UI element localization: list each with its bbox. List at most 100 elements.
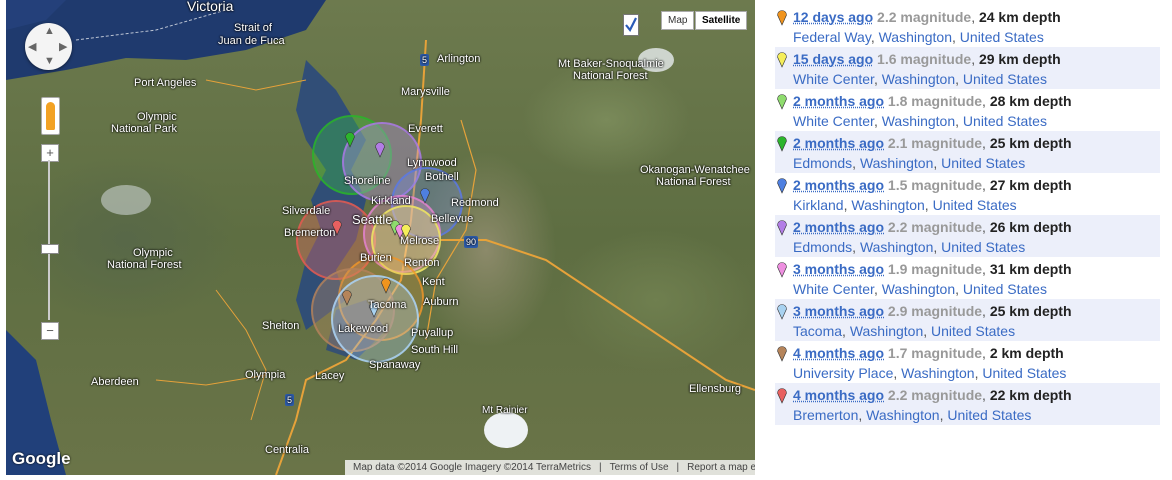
label-lynnwood: Lynnwood <box>407 157 457 169</box>
label-lakewood: Lakewood <box>338 323 389 335</box>
zoom-slider-handle[interactable] <box>41 244 59 254</box>
quake-time-link[interactable]: 2 months ago <box>793 219 884 235</box>
quake-time-link[interactable]: 2 months ago <box>793 93 884 109</box>
marker-pin-icon <box>777 262 787 278</box>
label-okanogan-2: National Forest <box>656 176 731 188</box>
google-logo[interactable]: Google <box>12 449 71 469</box>
label-victoria: Victoria <box>187 0 234 14</box>
pan-down-icon[interactable]: ▼ <box>44 55 55 67</box>
label-strait: Strait of <box>234 22 272 34</box>
city-link[interactable]: Kirkland <box>793 197 844 213</box>
label-burien: Burien <box>360 252 392 264</box>
country-link[interactable]: United States <box>960 29 1044 45</box>
label-marysville: Marysville <box>401 86 450 98</box>
quake-location: Federal Way, Washington, United States <box>793 29 1044 45</box>
country-link[interactable]: United States <box>941 239 1025 255</box>
state-link[interactable]: Washington <box>866 407 939 423</box>
map-type-map-button[interactable]: Map <box>661 11 695 30</box>
quake-magnitude: 2.9 magnitude <box>887 303 983 319</box>
marker-pin-icon <box>777 304 787 320</box>
quake-magnitude: 2.1 magnitude <box>887 135 983 151</box>
map-pin-kirkland[interactable] <box>419 186 431 204</box>
pan-control[interactable]: ▲ ▼ ◀ ▶ <box>25 23 72 70</box>
city-link[interactable]: White Center <box>793 281 874 297</box>
city-link[interactable]: Federal Way <box>793 29 871 45</box>
map-type-satellite-button[interactable]: Satellite <box>695 11 748 30</box>
zoom-in-button[interactable]: + <box>41 144 59 162</box>
label-aberdeen: Aberdeen <box>91 376 139 388</box>
city-link[interactable]: White Center <box>793 113 874 129</box>
quake-time-link[interactable]: 4 months ago <box>793 387 884 403</box>
map-pin-university-place[interactable] <box>341 288 353 306</box>
country-link[interactable]: United States <box>963 281 1047 297</box>
label-bellevue: Bellevue <box>431 213 474 225</box>
quake-time-link[interactable]: 3 months ago <box>793 261 884 277</box>
label-renton: Renton <box>404 257 440 269</box>
quake-depth: 29 km depth <box>978 51 1061 67</box>
earthquake-list: 12 days ago 2.2 magnitude, 24 km depth Fe… <box>775 5 1160 425</box>
state-link[interactable]: Washington <box>882 71 955 87</box>
zoom-track[interactable] <box>48 160 50 320</box>
country-link[interactable]: United States <box>947 407 1031 423</box>
state-link[interactable]: Washington <box>850 323 923 339</box>
pan-left-icon[interactable]: ◀ <box>28 40 36 53</box>
list-item: 2 months ago 2.2 magnitude, 26 km depth E… <box>775 215 1160 257</box>
city-link[interactable]: University Place <box>793 365 893 381</box>
pan-up-icon[interactable]: ▲ <box>44 25 55 37</box>
terms-link[interactable]: Terms of Use <box>606 462 673 473</box>
city-link[interactable]: Tacoma <box>793 323 842 339</box>
city-link[interactable]: Bremerton <box>793 407 858 423</box>
country-link[interactable]: United States <box>963 71 1047 87</box>
label-okanogan-1: Okanogan-Wenatchee <box>640 164 750 176</box>
quake-time-link[interactable]: 3 months ago <box>793 303 884 319</box>
country-link[interactable]: United States <box>941 155 1025 171</box>
quake-magnitude: 1.7 magnitude <box>887 345 983 361</box>
label-ellensburg: Ellensburg <box>689 383 741 395</box>
map-pin-federal-way[interactable] <box>380 276 392 294</box>
city-link[interactable]: Edmonds <box>793 239 852 255</box>
country-link[interactable]: United States <box>933 197 1017 213</box>
highway-shield-90: 90 <box>464 236 479 248</box>
quake-time-link[interactable]: 2 months ago <box>793 177 884 193</box>
attribution-text: Map data ©2014 Google Imagery ©2014 Terr… <box>353 462 592 473</box>
label-port-angeles: Port Angeles <box>134 77 197 89</box>
earthquake-map[interactable]: Victoria Strait of Juan de Fuca Arlingto… <box>6 0 755 475</box>
label-tacoma: Tacoma <box>368 299 407 311</box>
state-link[interactable]: Washington <box>851 197 924 213</box>
state-link[interactable]: Washington <box>860 239 933 255</box>
quake-time-link[interactable]: 15 days ago <box>793 51 873 67</box>
map-pin-edmonds-green[interactable] <box>344 130 356 148</box>
state-link[interactable]: Washington <box>882 113 955 129</box>
city-link[interactable]: Edmonds <box>793 155 852 171</box>
quake-summary: 2 months ago 2.1 magnitude, 25 km depth <box>793 135 1072 151</box>
country-link[interactable]: United States <box>931 323 1015 339</box>
quake-depth: 24 km depth <box>978 9 1061 25</box>
map-pin-edmonds-purple[interactable] <box>374 140 386 158</box>
country-link[interactable]: United States <box>982 365 1066 381</box>
state-link[interactable]: Washington <box>901 365 974 381</box>
quake-time-link[interactable]: 12 days ago <box>793 9 873 25</box>
state-link[interactable]: Washington <box>860 155 933 171</box>
zoom-out-button[interactable]: − <box>41 322 59 340</box>
city-link[interactable]: White Center <box>793 71 874 87</box>
pan-right-icon[interactable]: ▶ <box>59 40 67 53</box>
country-link[interactable]: United States <box>963 113 1047 129</box>
label-auburn: Auburn <box>423 296 459 308</box>
quake-time-link[interactable]: 2 months ago <box>793 135 884 151</box>
list-item: 2 months ago 2.1 magnitude, 25 km depth E… <box>775 131 1160 173</box>
report-error-link[interactable]: Report a map error <box>683 462 755 473</box>
state-link[interactable]: Washington <box>879 29 952 45</box>
marker-pin-icon <box>777 136 787 152</box>
quake-location: White Center, Washington, United States <box>793 71 1047 87</box>
checkbox-icon[interactable] <box>623 14 639 36</box>
state-link[interactable]: Washington <box>882 281 955 297</box>
street-view-pegman-icon[interactable] <box>41 97 60 135</box>
label-seattle: Seattle <box>352 212 393 227</box>
marker-pin-icon <box>777 220 787 236</box>
label-shoreline: Shoreline <box>344 175 391 187</box>
quake-time-link[interactable]: 4 months ago <box>793 345 884 361</box>
list-item: 4 months ago 2.2 magnitude, 22 km depth B… <box>775 383 1160 425</box>
quake-summary: 4 months ago 1.7 magnitude, 2 km depth <box>793 345 1064 361</box>
label-mt-rainier: Mt Rainier <box>482 405 528 416</box>
label-kent: Kent <box>422 276 445 288</box>
